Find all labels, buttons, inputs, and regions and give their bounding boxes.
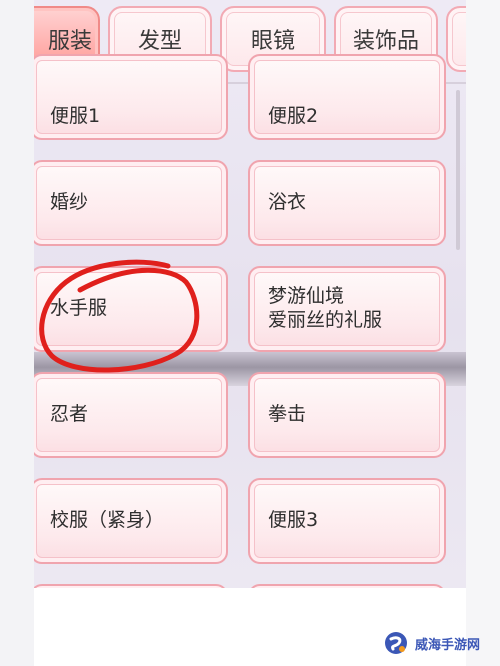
outfit-label: 水手服 [50, 297, 108, 319]
tab-more[interactable] [446, 6, 466, 72]
watermark-text: 威海手游网 [415, 637, 481, 653]
tab-label: 眼镜 [250, 29, 295, 54]
outfit-yukata[interactable]: 浴衣 [248, 160, 446, 246]
swirl-logo-icon [385, 632, 407, 654]
outfit-label-line-2: 爱丽丝的礼服 [268, 309, 383, 331]
tab-label: 服装 [47, 29, 92, 54]
outfit-casual-3[interactable]: 便服3 [248, 478, 446, 564]
photo-frame: 服装 发型 眼镜 装饰品 便服1 便服2 婚纱 浴衣 水手服 梦游仙境 爱丽丝的… [0, 0, 500, 666]
outfit-label-line-1: 梦游仙境 [268, 285, 345, 307]
scrollbar[interactable] [456, 90, 460, 250]
outfit-label: 校服（紧身） [50, 509, 165, 531]
outfit-next-row-right[interactable] [248, 584, 446, 588]
outfit-next-row-left[interactable] [34, 584, 228, 588]
tab-label: 装饰品 [352, 29, 419, 54]
outfit-casual-1[interactable]: 便服1 [34, 54, 228, 140]
outfit-label: 便服2 [268, 105, 319, 127]
tab-label: 发型 [137, 29, 182, 54]
right-border [466, 0, 500, 666]
outfit-sailor-uniform[interactable]: 水手服 [34, 266, 228, 352]
outfit-alice-dress[interactable]: 梦游仙境 爱丽丝的礼服 [248, 266, 446, 352]
outfit-label: 浴衣 [268, 191, 307, 213]
outfit-ninja[interactable]: 忍者 [34, 372, 228, 458]
outfit-label: 便服3 [268, 509, 319, 531]
left-border [0, 0, 34, 666]
game-screen: 服装 发型 眼镜 装饰品 便服1 便服2 婚纱 浴衣 水手服 梦游仙境 爱丽丝的… [34, 0, 466, 588]
outfit-label: 忍者 [50, 403, 89, 425]
outfit-casual-2[interactable]: 便服2 [248, 54, 446, 140]
watermark-logo: 威海手游网 [383, 626, 495, 660]
outfit-boxing[interactable]: 拳击 [248, 372, 446, 458]
outfit-label: 便服1 [50, 105, 101, 127]
outfit-label: 拳击 [268, 403, 307, 425]
outfit-school-uniform-tight[interactable]: 校服（紧身） [34, 478, 228, 564]
outfit-wedding-dress[interactable]: 婚纱 [34, 160, 228, 246]
outfit-label: 婚纱 [50, 191, 89, 213]
